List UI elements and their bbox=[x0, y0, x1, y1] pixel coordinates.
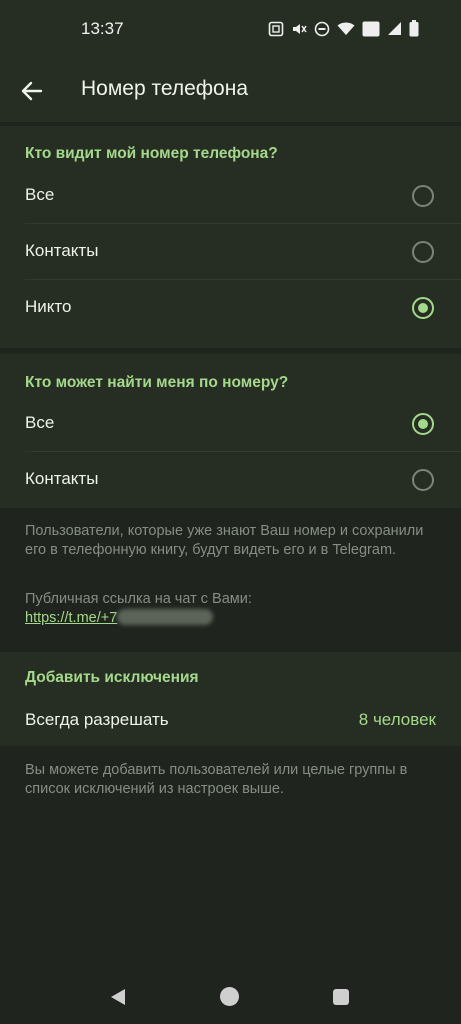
dnd-icon bbox=[314, 21, 330, 42]
option-label: Никто bbox=[25, 297, 72, 316]
option-everyone[interactable]: Все bbox=[0, 168, 461, 224]
option-label: Контакты bbox=[25, 469, 99, 488]
option-contacts[interactable]: Контакты bbox=[0, 224, 461, 280]
public-link-caption: Публичная ссылка на чат с Вами: bbox=[25, 591, 252, 607]
section-heading: Кто может найти меня по номеру? bbox=[25, 374, 289, 391]
status-bar: 13:37 bbox=[0, 0, 461, 58]
radio-button[interactable] bbox=[412, 185, 434, 207]
navigation-bar bbox=[0, 968, 461, 1024]
volte-icon bbox=[362, 21, 380, 42]
section-heading: Кто видит мой номер телефона? bbox=[25, 145, 278, 162]
always-allow-row[interactable]: Всегда разрешать 8 человек bbox=[0, 692, 461, 748]
back-arrow-icon[interactable] bbox=[17, 76, 47, 106]
nav-back-icon[interactable] bbox=[111, 989, 125, 1005]
battery-icon bbox=[409, 20, 419, 42]
radio-button-selected[interactable] bbox=[412, 413, 434, 435]
option-label: Все bbox=[25, 185, 55, 204]
who-sees-section: Кто видит мой номер телефона? Все Контак… bbox=[0, 126, 461, 348]
always-allow-value: 8 человек bbox=[358, 710, 436, 729]
app-bar: Номер телефона bbox=[0, 58, 461, 122]
wifi-icon bbox=[337, 21, 355, 41]
public-link-row: https://t.me/+7 bbox=[25, 609, 445, 628]
redacted-number bbox=[117, 609, 214, 625]
option-nobody[interactable]: Никто bbox=[0, 280, 461, 336]
radio-button-selected[interactable] bbox=[412, 297, 434, 319]
section-heading: Добавить исключения bbox=[25, 669, 199, 686]
signal-icon bbox=[387, 21, 402, 41]
who-finds-section: Кто может найти меня по номеру? Все Конт… bbox=[0, 354, 461, 508]
nfc-icon bbox=[268, 21, 284, 42]
exceptions-footer-text: Вы можете добавить пользователей или цел… bbox=[25, 762, 408, 797]
public-link[interactable]: https://t.me/+7 bbox=[25, 610, 117, 626]
find-hint-text: Пользователи, которые уже знают Ваш номе… bbox=[25, 523, 424, 558]
nav-home-icon[interactable] bbox=[220, 987, 239, 1006]
radio-button[interactable] bbox=[412, 241, 434, 263]
page-title: Номер телефона bbox=[81, 77, 249, 100]
option-contacts[interactable]: Контакты bbox=[0, 452, 461, 508]
radio-button[interactable] bbox=[412, 469, 434, 491]
option-everyone[interactable]: Все bbox=[0, 396, 461, 452]
status-time: 13:37 bbox=[81, 19, 124, 38]
always-allow-label: Всегда разрешать bbox=[25, 710, 169, 729]
option-label: Все bbox=[25, 413, 55, 432]
exceptions-section: Добавить исключения Всегда разрешать 8 ч… bbox=[0, 652, 461, 746]
option-label: Контакты bbox=[25, 241, 99, 260]
mute-icon bbox=[291, 21, 307, 42]
status-icons bbox=[268, 20, 419, 42]
nav-recents-icon[interactable] bbox=[333, 989, 349, 1005]
